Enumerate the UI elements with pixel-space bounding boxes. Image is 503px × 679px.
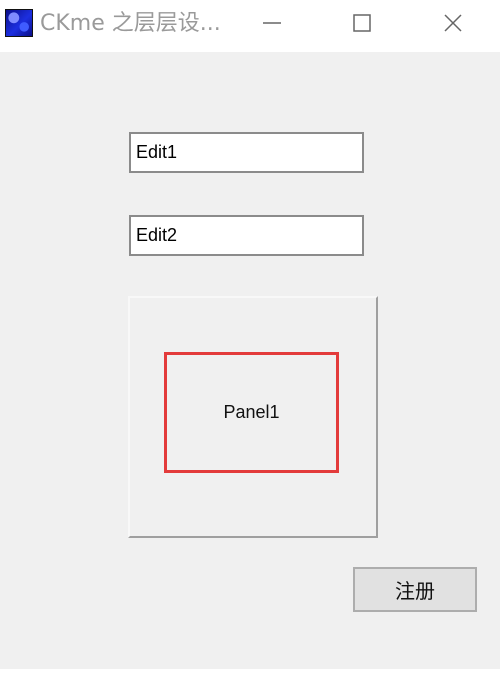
- maximize-icon: [353, 14, 371, 32]
- panel1: Panel1: [164, 352, 339, 473]
- edit2-input[interactable]: [129, 215, 364, 256]
- application-window: CKme 之层层设... Panel1 注册: [0, 0, 500, 669]
- title-bar[interactable]: CKme 之层层设...: [0, 0, 500, 48]
- register-button[interactable]: 注册: [353, 567, 477, 612]
- app-icon[interactable]: [5, 9, 33, 37]
- minimize-button[interactable]: [249, 0, 295, 46]
- panel1-label: Panel1: [223, 402, 280, 422]
- register-button-label: 注册: [395, 579, 435, 603]
- maximize-button[interactable]: [339, 0, 385, 46]
- edit1-input[interactable]: [129, 132, 364, 173]
- close-icon: [444, 14, 462, 32]
- window-title: CKme 之层层设...: [40, 11, 221, 36]
- minimize-icon: [263, 22, 281, 24]
- form-client-area: Panel1 注册: [0, 52, 500, 669]
- close-button[interactable]: [430, 0, 476, 46]
